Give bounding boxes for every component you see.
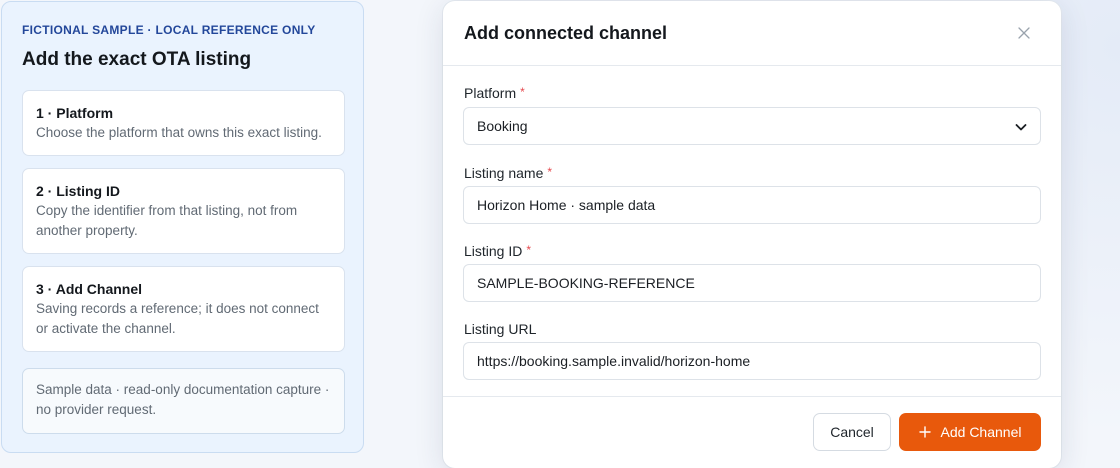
add-channel-label: Add Channel (940, 424, 1022, 440)
step-text: Choose the platform that owns this exact… (36, 125, 322, 140)
step-text: Copy the identifier from that listing, n… (36, 203, 298, 238)
footer-divider (443, 396, 1061, 397)
guide-title: Add the exact OTA listing (22, 49, 252, 70)
step-title: 3 · Add Channel (36, 281, 143, 297)
step-card-add-channel: 3 · Add Channel Saving records a referen… (22, 266, 345, 352)
listing-name-input[interactable]: Horizon Home · sample data (463, 186, 1041, 224)
listing-name-value: Horizon Home · sample data (477, 197, 656, 213)
platform-label-text: Platform (464, 85, 517, 101)
dialog-title: Add connected channel (464, 23, 668, 43)
platform-select[interactable]: Booking (463, 107, 1041, 145)
required-marker: * (526, 243, 532, 257)
required-marker: * (547, 165, 553, 179)
step-title: 1 · Platform (36, 105, 114, 121)
listing-name-label: Listing name * (464, 165, 552, 181)
step-card-platform: 1 · Platform Choose the platform that ow… (22, 90, 345, 156)
guide-panel: FICTIONAL SAMPLE · LOCAL REFERENCE ONLY … (1, 1, 364, 453)
listing-id-value: SAMPLE-BOOKING-REFERENCE (477, 275, 695, 291)
required-marker: * (520, 85, 525, 99)
add-channel-button[interactable]: Add Channel (899, 413, 1041, 451)
listing-id-input[interactable]: SAMPLE-BOOKING-REFERENCE (463, 264, 1041, 302)
platform-select-value: Booking (477, 118, 528, 134)
listing-url-label: Listing URL (464, 321, 536, 337)
plus-icon (918, 426, 931, 438)
listing-id-label: Listing ID * (464, 243, 531, 259)
listing-name-label-text: Listing name (464, 165, 544, 181)
add-channel-dialog: Add connected channel Platform * Booking … (443, 1, 1061, 468)
listing-id-label-text: Listing ID (464, 243, 523, 259)
dialog-header: Add connected channel (443, 1, 1061, 66)
sample-data-note: Sample data · read-only documentation ca… (22, 368, 345, 434)
step-text: Saving records a reference; it does not … (36, 301, 319, 336)
guide-eyebrow: FICTIONAL SAMPLE · LOCAL REFERENCE ONLY (22, 23, 316, 37)
chevron-down-icon (1015, 124, 1027, 131)
step-card-listing-id: 2 · Listing ID Copy the identifier from … (22, 168, 345, 254)
close-button[interactable] (1014, 23, 1034, 43)
listing-url-label-text: Listing URL (464, 321, 537, 337)
cancel-button[interactable]: Cancel (813, 413, 891, 451)
listing-url-input[interactable]: https://booking.sample.invalid/horizon-h… (463, 342, 1041, 380)
step-title: 2 · Listing ID (36, 183, 120, 199)
close-icon (1018, 27, 1030, 39)
listing-url-value: https://booking.sample.invalid/horizon-h… (477, 353, 751, 369)
platform-label: Platform * (464, 85, 525, 101)
